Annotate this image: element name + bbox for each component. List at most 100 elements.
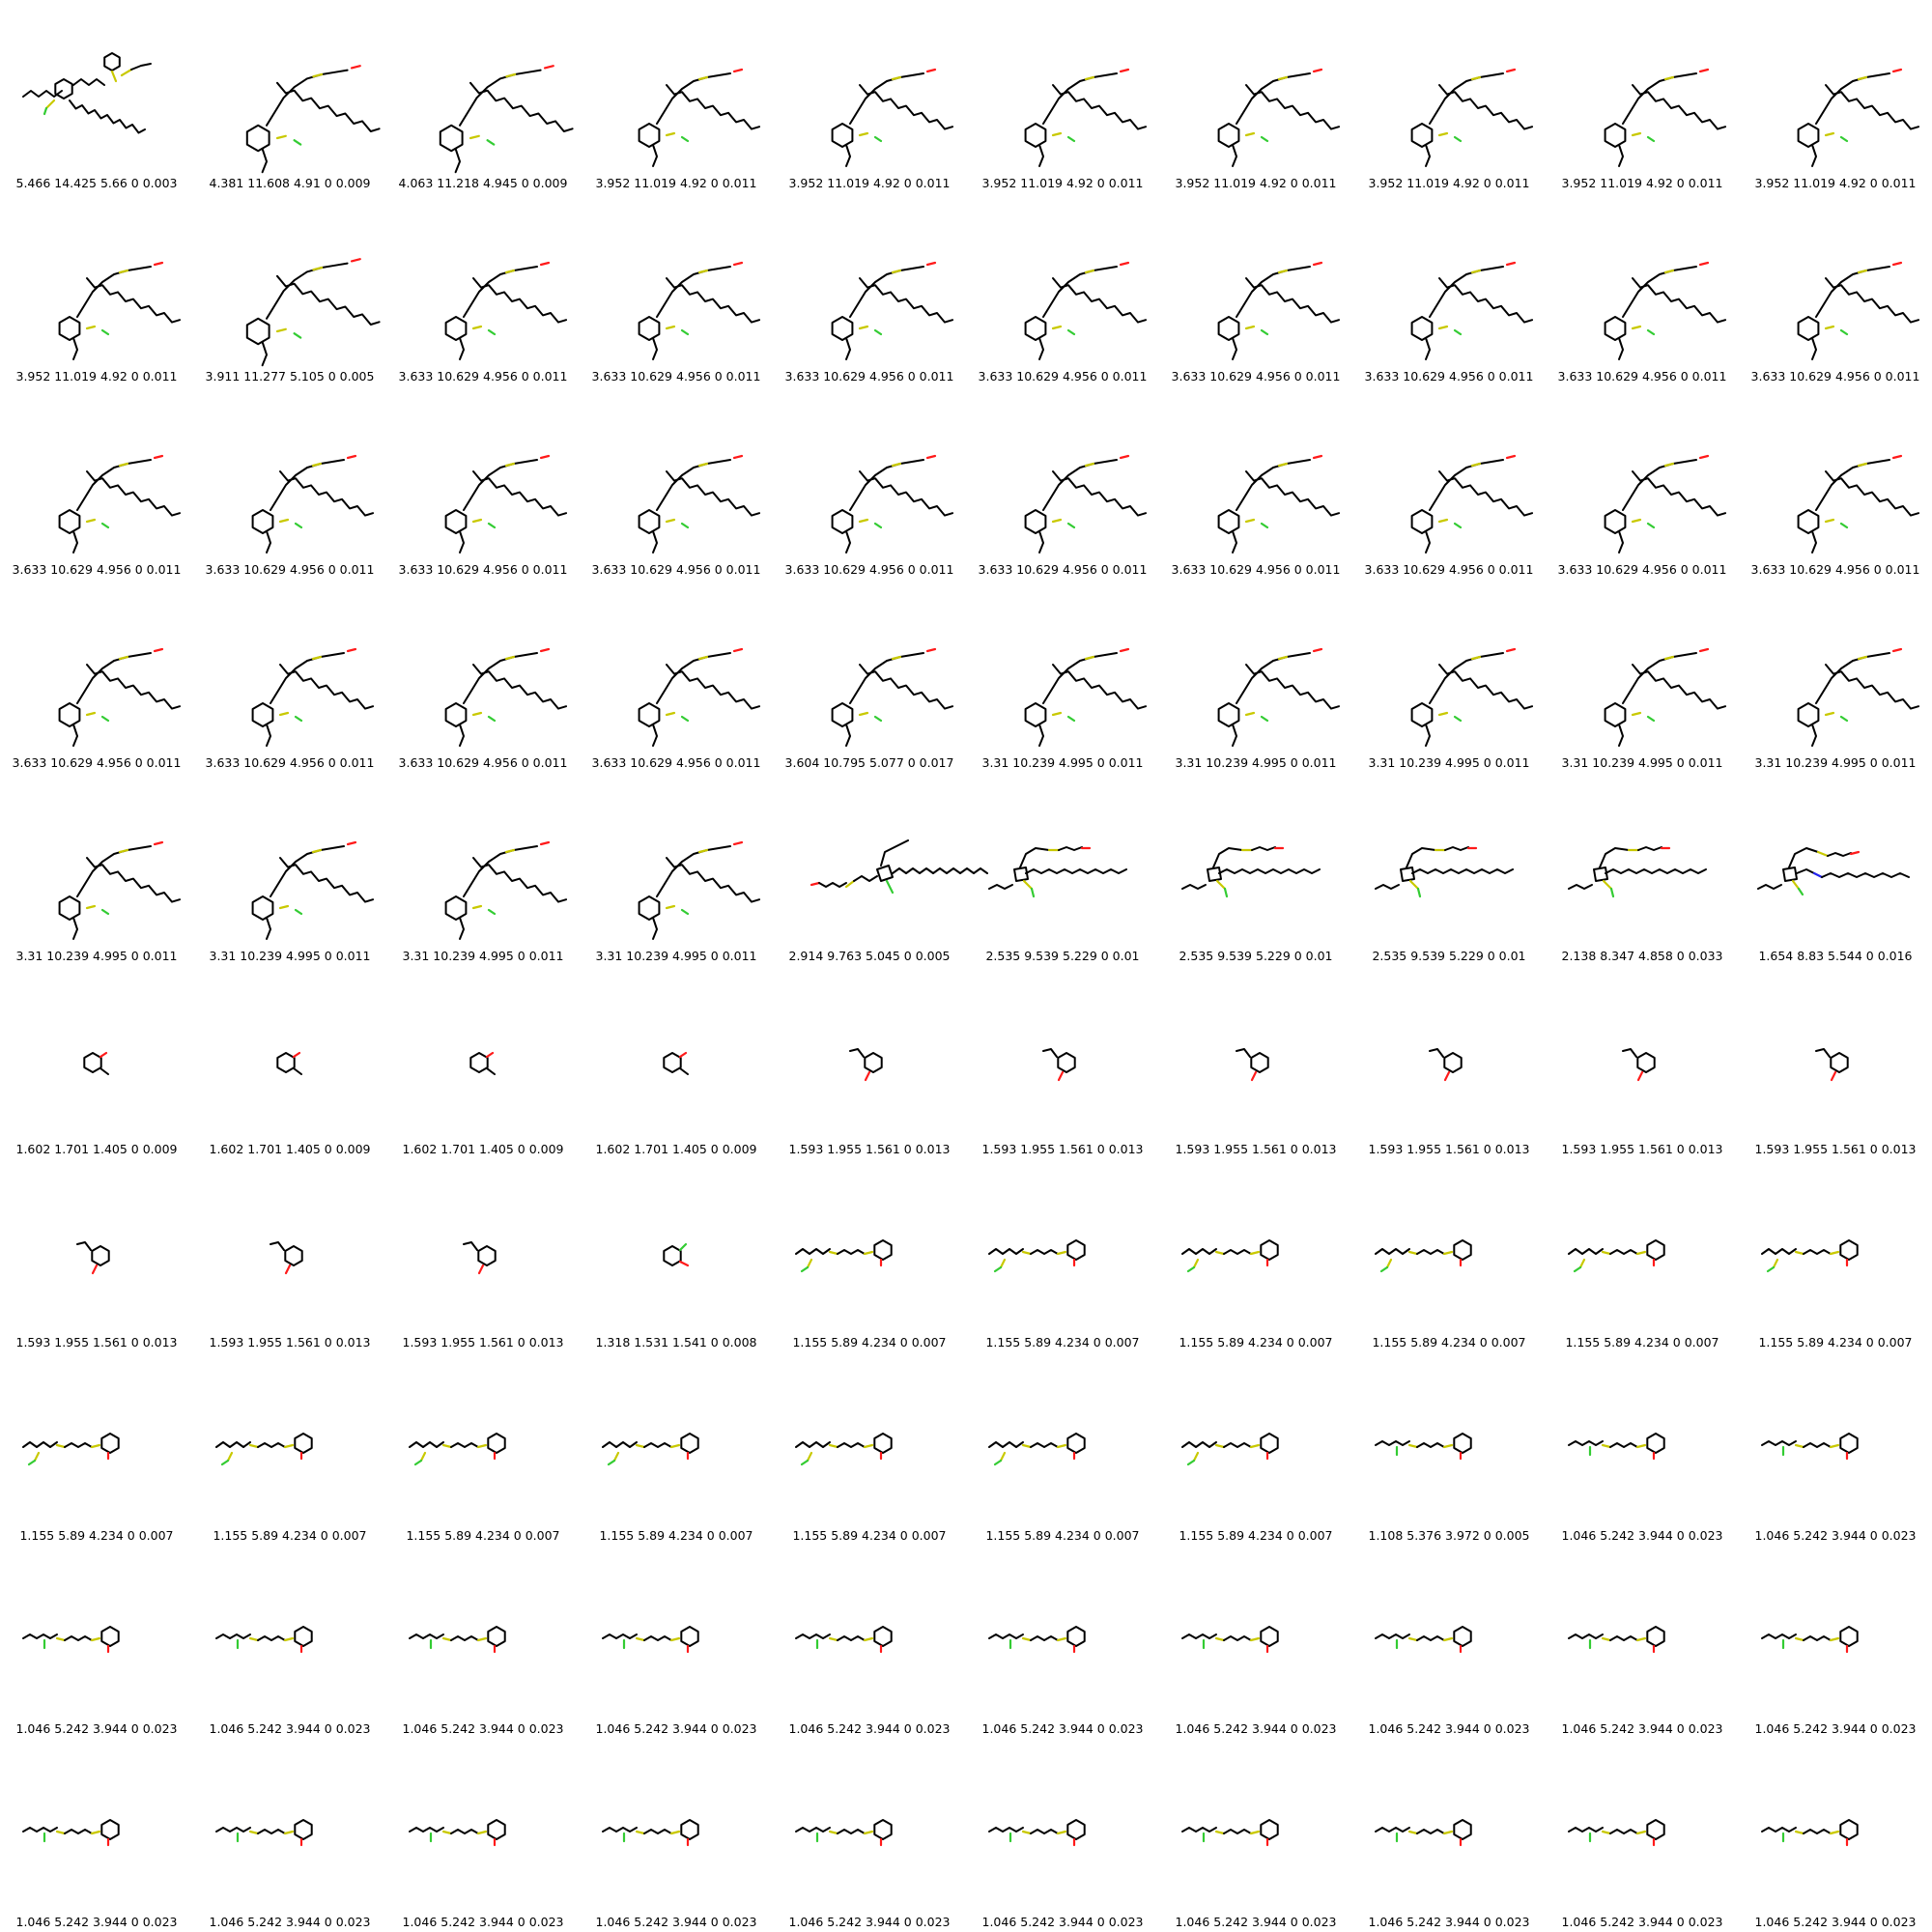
molecule-structure: [1181, 1433, 1279, 1466]
cell-score-label: 3.633 10.629 4.956 0 0.011: [398, 369, 568, 384]
molecule-structure: [1568, 1433, 1665, 1461]
cell-score-label: 1.593 1.955 1.561 0 0.013: [788, 1142, 951, 1156]
grid-cell: 5.466 14.425 5.66 0 0.003: [0, 0, 193, 193]
grid-cell: 3.604 10.795 5.077 0 0.017: [773, 580, 966, 773]
molecule-structure: [988, 846, 1127, 898]
molecule-structure: [1181, 846, 1321, 898]
cell-score-label: 3.952 11.019 4.92 0 0.011: [788, 176, 951, 190]
molecule-structure: [638, 454, 760, 554]
molecule-structure: [988, 1433, 1086, 1466]
molecule-structure: [1568, 1239, 1665, 1273]
grid-cell: 1.654 8.83 5.544 0 0.016: [1739, 773, 1932, 966]
cell-score-label: 1.593 1.955 1.561 0 0.013: [1561, 1142, 1723, 1156]
grid-cell: 1.602 1.701 1.405 0 0.009: [0, 966, 193, 1159]
cell-score-label: 1.046 5.242 3.944 0 0.023: [1368, 1721, 1530, 1736]
molecule-structure: [251, 454, 374, 554]
grid-cell: 3.952 11.019 4.92 0 0.011: [1159, 0, 1352, 193]
grid-cell: 1.046 5.242 3.944 0 0.023: [1546, 1352, 1739, 1546]
cell-score-label: 1.155 5.89 4.234 0 0.007: [406, 1528, 560, 1543]
cell-score-label: 1.108 5.376 3.972 0 0.005: [1368, 1528, 1530, 1543]
cell-score-label: 1.602 1.701 1.405 0 0.009: [209, 1142, 371, 1156]
cell-score-label: 1.046 5.242 3.944 0 0.023: [595, 1915, 757, 1929]
molecule-structure: [1761, 1239, 1859, 1273]
molecule-structure: [22, 1819, 120, 1847]
grid-cell: 1.046 5.242 3.944 0 0.023: [0, 1546, 193, 1739]
grid-cell: 3.633 10.629 4.956 0 0.011: [773, 193, 966, 386]
grid-cell: 1.155 5.89 4.234 0 0.007: [966, 1159, 1159, 1352]
grid-cell: 1.046 5.242 3.944 0 0.023: [0, 1739, 193, 1932]
grid-cell: 3.633 10.629 4.956 0 0.011: [966, 193, 1159, 386]
cell-score-label: 3.952 11.019 4.92 0 0.011: [1561, 176, 1723, 190]
molecule-structure: [1375, 846, 1514, 898]
grid-cell: 1.155 5.89 4.234 0 0.007: [386, 1352, 580, 1546]
cell-score-label: 3.31 10.239 4.995 0 0.011: [1754, 755, 1917, 770]
grid-cell: 3.31 10.239 4.995 0 0.011: [1546, 580, 1739, 773]
grid-cell: 3.952 11.019 4.92 0 0.011: [1739, 0, 1932, 193]
cell-score-label: 1.046 5.242 3.944 0 0.023: [981, 1721, 1144, 1736]
molecule-structure: [1622, 1048, 1656, 1082]
cell-score-label: 3.633 10.629 4.956 0 0.011: [784, 562, 954, 577]
grid-cell: 3.31 10.239 4.995 0 0.011: [386, 773, 580, 966]
grid-cell: 1.046 5.242 3.944 0 0.023: [1546, 1546, 1739, 1739]
cell-score-label: 3.633 10.629 4.956 0 0.011: [591, 369, 761, 384]
grid-cell: 1.046 5.242 3.944 0 0.023: [1352, 1739, 1546, 1932]
grid-cell: 3.633 10.629 4.956 0 0.011: [1739, 193, 1932, 386]
molecule-structure: [83, 1051, 109, 1075]
grid-cell: 3.633 10.629 4.956 0 0.011: [1739, 386, 1932, 580]
cell-score-label: 1.046 5.242 3.944 0 0.023: [15, 1915, 178, 1929]
molecule-structure: [1217, 454, 1340, 554]
molecule-grid: 5.466 14.425 5.66 0 0.003 4.381 11.608 4.…: [0, 0, 1932, 1932]
molecule-structure: [1815, 1048, 1849, 1082]
cell-score-label: 3.604 10.795 5.077 0 0.017: [784, 755, 954, 770]
molecule-structure: [1217, 68, 1340, 167]
cell-score-label: 3.952 11.019 4.92 0 0.011: [1175, 176, 1337, 190]
cell-score-label: 1.155 5.89 4.234 0 0.007: [1179, 1528, 1333, 1543]
molecule-structure: [270, 1241, 303, 1275]
grid-cell: 1.046 5.242 3.944 0 0.023: [966, 1546, 1159, 1739]
grid-cell: 3.31 10.239 4.995 0 0.011: [580, 773, 773, 966]
grid-cell: 1.046 5.242 3.944 0 0.023: [1159, 1739, 1352, 1932]
grid-cell: 1.593 1.955 1.561 0 0.013: [1352, 966, 1546, 1159]
molecule-structure: [1761, 1433, 1859, 1461]
molecule-structure: [1410, 261, 1533, 360]
molecule-structure: [1375, 1626, 1472, 1654]
molecule-structure: [215, 1433, 313, 1466]
grid-cell: 3.633 10.629 4.956 0 0.011: [773, 386, 966, 580]
molecule-structure: [1024, 647, 1147, 747]
cell-score-label: 2.914 9.763 5.045 0 0.005: [788, 949, 951, 963]
molecule-structure: [1410, 454, 1533, 554]
molecule-structure: [831, 261, 953, 360]
grid-cell: 4.381 11.608 4.91 0 0.009: [193, 0, 386, 193]
cell-score-label: 2.535 9.539 5.229 0 0.01: [1372, 949, 1526, 963]
molecule-structure: [1604, 454, 1726, 554]
grid-cell: 2.535 9.539 5.229 0 0.01: [1352, 773, 1546, 966]
grid-cell: 1.593 1.955 1.561 0 0.013: [773, 966, 966, 1159]
cell-score-label: 1.654 8.83 5.544 0 0.016: [1758, 949, 1913, 963]
cell-score-label: 1.593 1.955 1.561 0 0.013: [981, 1142, 1144, 1156]
grid-cell: 1.046 5.242 3.944 0 0.023: [773, 1739, 966, 1932]
cell-score-label: 3.633 10.629 4.956 0 0.011: [591, 755, 761, 770]
cell-score-label: 1.155 5.89 4.234 0 0.007: [1179, 1335, 1333, 1350]
cell-score-label: 3.633 10.629 4.956 0 0.011: [784, 369, 954, 384]
cell-score-label: 3.633 10.629 4.956 0 0.011: [12, 755, 182, 770]
grid-cell: 3.633 10.629 4.956 0 0.011: [580, 386, 773, 580]
grid-cell: 1.046 5.242 3.944 0 0.023: [1546, 1739, 1739, 1932]
grid-cell: 3.633 10.629 4.956 0 0.011: [1159, 193, 1352, 386]
molecule-structure: [1568, 1819, 1665, 1847]
molecule-structure: [1181, 1819, 1279, 1847]
cell-score-label: 3.633 10.629 4.956 0 0.011: [398, 755, 568, 770]
cell-score-label: 1.046 5.242 3.944 0 0.023: [788, 1915, 951, 1929]
cell-score-label: 3.633 10.629 4.956 0 0.011: [398, 562, 568, 577]
molecule-structure: [1024, 454, 1147, 554]
grid-cell: 3.633 10.629 4.956 0 0.011: [966, 386, 1159, 580]
grid-cell: 1.108 5.376 3.972 0 0.005: [1352, 1352, 1546, 1546]
cell-score-label: 3.633 10.629 4.956 0 0.011: [205, 562, 375, 577]
cell-score-label: 1.602 1.701 1.405 0 0.009: [402, 1142, 564, 1156]
cell-score-label: 1.593 1.955 1.561 0 0.013: [1754, 1142, 1917, 1156]
molecule-structure: [663, 1051, 689, 1075]
cell-score-label: 1.155 5.89 4.234 0 0.007: [1565, 1335, 1719, 1350]
molecule-structure: [988, 1239, 1086, 1273]
molecule-structure: [1375, 1239, 1472, 1273]
cell-score-label: 1.046 5.242 3.944 0 0.023: [1754, 1721, 1917, 1736]
cell-score-label: 1.046 5.242 3.944 0 0.023: [209, 1721, 371, 1736]
